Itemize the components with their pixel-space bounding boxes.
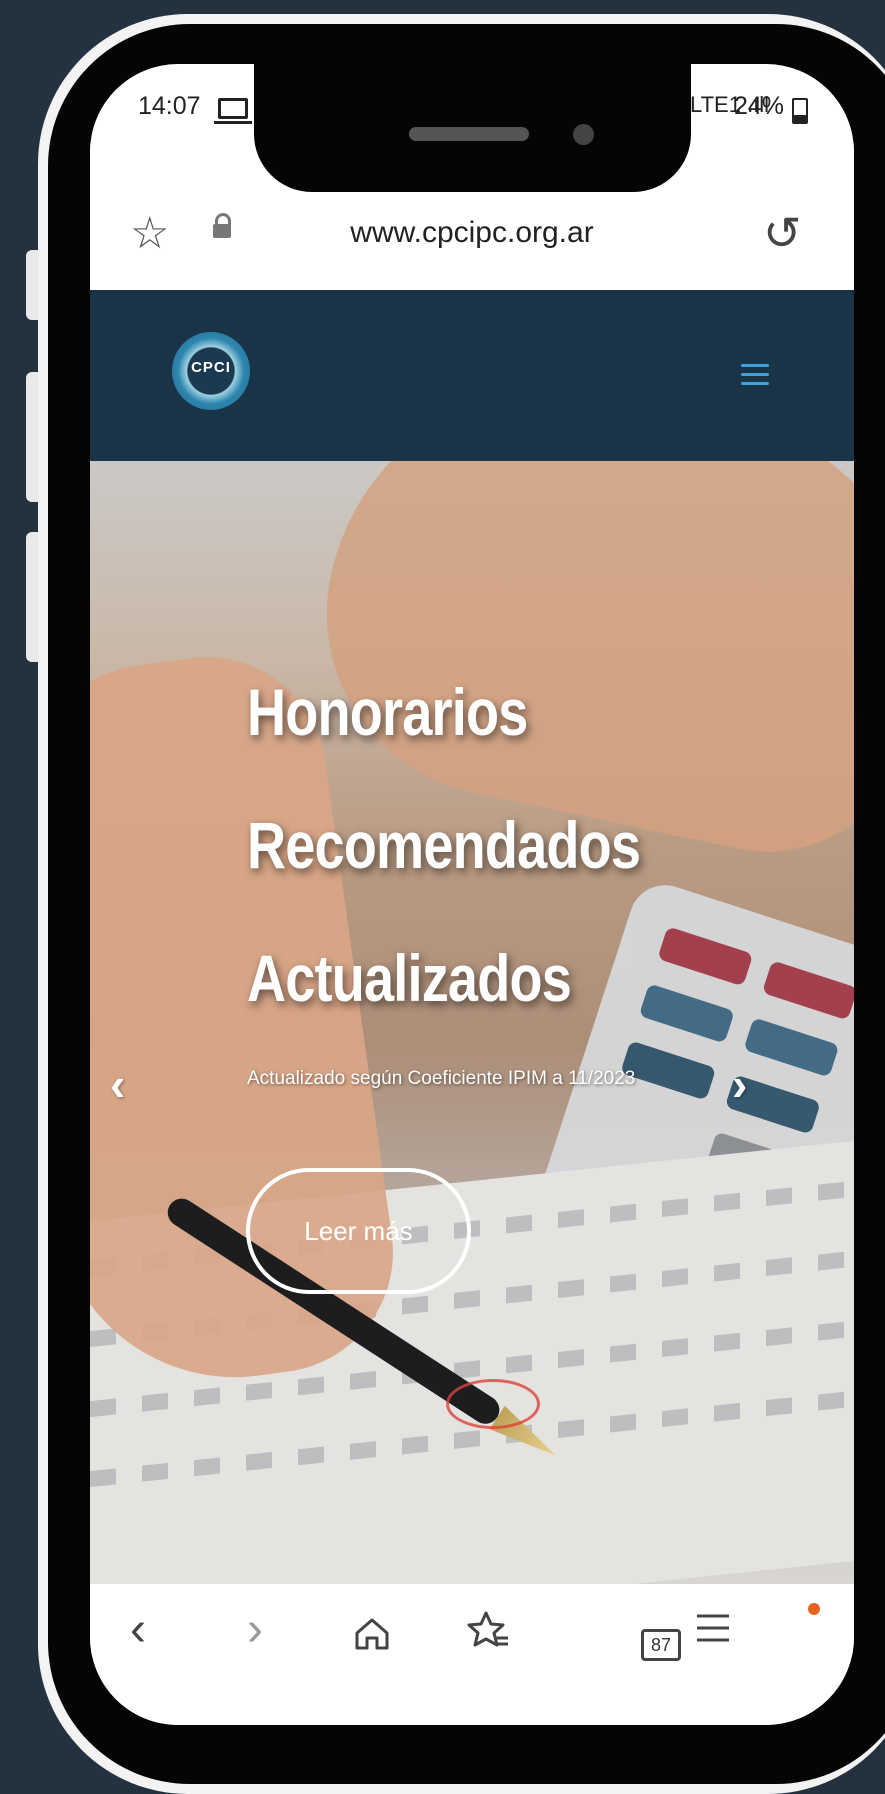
calc-key: [743, 1017, 840, 1078]
battery-icon: [792, 98, 808, 124]
hero-bg-red-circle: [446, 1379, 540, 1429]
recent-apps-icon[interactable]: |||: [223, 1720, 266, 1725]
hero-subtitle: Actualizado según Coeficiente IPIM a 11/…: [247, 1068, 636, 1089]
reload-icon[interactable]: ↺: [763, 210, 802, 256]
status-time: 14:07: [138, 92, 201, 120]
calc-key: [638, 983, 735, 1044]
menu-icon[interactable]: [693, 1608, 733, 1657]
burger-line: [741, 382, 769, 385]
logo-text: CPCI: [191, 359, 231, 376]
browser-toolbar: ‹ ›: [90, 1584, 854, 1684]
speaker: [409, 127, 529, 141]
system-nav-bar: ||| ‹: [90, 1684, 854, 1725]
hero-title: Honorarios Recomendados Actualizados: [247, 646, 641, 1045]
notification-dot: [808, 1603, 820, 1615]
slider-prev-icon[interactable]: ‹: [110, 1061, 125, 1107]
bookmarks-icon[interactable]: [466, 1610, 510, 1661]
phone-screen: 14:07 LTE1 .ıll 24% ☆ www.cpcipc.org.ar …: [90, 64, 854, 1725]
hero-title-line: Actualizados: [247, 941, 572, 1015]
slider-next-icon[interactable]: ›: [732, 1061, 747, 1107]
read-more-button[interactable]: Leer más: [246, 1168, 471, 1294]
back-icon[interactable]: ‹: [130, 1606, 146, 1654]
laptop-icon: [214, 98, 252, 124]
calc-key: [761, 960, 854, 1021]
hero-title-line: Honorarios: [247, 675, 528, 749]
site-logo[interactable]: CPCI: [172, 332, 250, 410]
hero-slider: Honorarios Recomendados Actualizados Act…: [90, 461, 854, 1584]
hero-title-line: Recomendados: [247, 808, 641, 882]
forward-icon[interactable]: ›: [247, 1606, 263, 1654]
url-field[interactable]: www.cpcipc.org.ar: [90, 216, 854, 250]
site-header: CPCI: [90, 290, 854, 461]
battery-percent: 24%: [734, 92, 785, 120]
front-camera: [573, 124, 594, 145]
burger-line: [741, 373, 769, 376]
home-icon[interactable]: [353, 1614, 391, 1662]
calc-key: [657, 926, 754, 987]
burger-line: [741, 364, 769, 367]
tabs-icon[interactable]: 87: [641, 1629, 681, 1661]
notch: [254, 64, 691, 192]
hamburger-menu-icon[interactable]: [741, 364, 769, 391]
system-back-icon[interactable]: ‹: [610, 1712, 627, 1725]
